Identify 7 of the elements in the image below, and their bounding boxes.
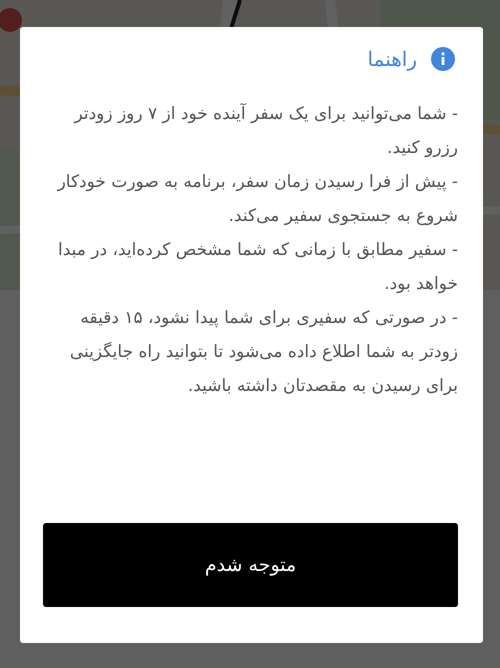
- help-paragraph: - پیش از فرا رسیدن زمان سفر، برنامه به صورت خودکار شروع به جستجوی سفیر می‌کند.: [56, 171, 458, 228]
- info-icon: [431, 47, 455, 71]
- dialog-title: راهنما: [368, 47, 417, 71]
- confirm-button[interactable]: متوجه شدم: [43, 523, 458, 607]
- help-paragraph: - در صورتی که سفیری برای شما پیدا نشود، ۱۵ دقیقه زودتر به شما اطلاع داده می‌شود تا بتوانید راه جایگزینی برای رسیدن به مقصدتان داشته باشید.: [68, 307, 458, 398]
- help-paragraph: - سفیر مطابق با زمانی که شما مشخص کرده‌اید، در مبدا خواهد بود.: [57, 239, 458, 296]
- help-paragraph: - شما می‌توانید برای یک سفر آینده خود از ۷ روز زودتر رزرو کنید.: [72, 102, 458, 160]
